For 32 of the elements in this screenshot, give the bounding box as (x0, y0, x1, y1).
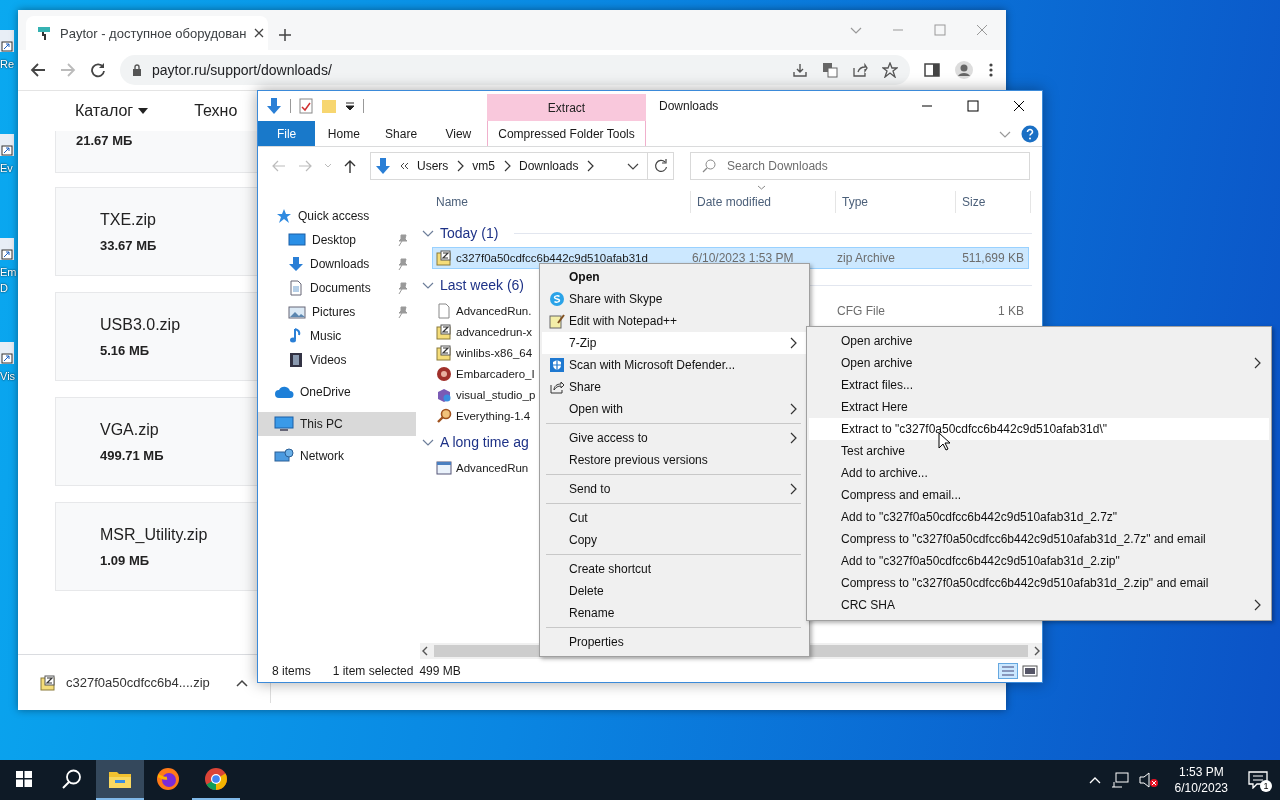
file-name: AdvancedRun. (456, 304, 532, 317)
file-name: Embarcadero_I (456, 367, 535, 380)
file-size: 33.67 МБ (100, 238, 157, 253)
url-text: paytor.ru/support/downloads/ (152, 62, 332, 78)
file-size: 21.67 МБ (76, 133, 133, 148)
clock-date: 6/10/2023 (1174, 780, 1228, 796)
tab-title: Paytor - доступное оборудован (60, 25, 247, 41)
file-type: zip Archive (837, 251, 896, 265)
item-count: 8 items (272, 663, 311, 678)
file-name: AdvancedRun (456, 461, 529, 474)
date-modified: 6/10/2023 1:53 PM (692, 251, 794, 265)
file-name: USB3.0.zip (100, 315, 181, 335)
file-size: 511,699 KB (962, 251, 1024, 265)
file-name: advancedrun-x (456, 325, 533, 338)
file-size: 499.71 МБ (100, 448, 164, 463)
window-title: Downloads (658, 99, 720, 113)
file-type: CFG File (837, 303, 885, 318)
selection-size: 499 MB (419, 663, 461, 678)
file-size: 1 KB (998, 303, 1024, 318)
file-name: TXE.zip (100, 210, 156, 230)
file-name: Everything-1.4 (456, 409, 531, 422)
clock-time: 1:53 PM (1178, 764, 1224, 780)
context-tab-label: Extract (487, 94, 646, 121)
file-size: 5.16 МБ (100, 343, 150, 358)
file-name: VGA.zip (100, 420, 159, 440)
selection-count: 1 item selected (332, 663, 414, 678)
file-name: visual_studio_p (456, 388, 536, 401)
notification-count: 1 (1260, 780, 1272, 792)
file-name: MSR_Utility.zip (100, 525, 208, 545)
file-size: 1.09 МБ (100, 553, 150, 568)
file-name: c327f0a50cdfcc6b442c9d510afab31d (456, 252, 648, 264)
file-name: winlibs-x86_64 (456, 346, 533, 359)
